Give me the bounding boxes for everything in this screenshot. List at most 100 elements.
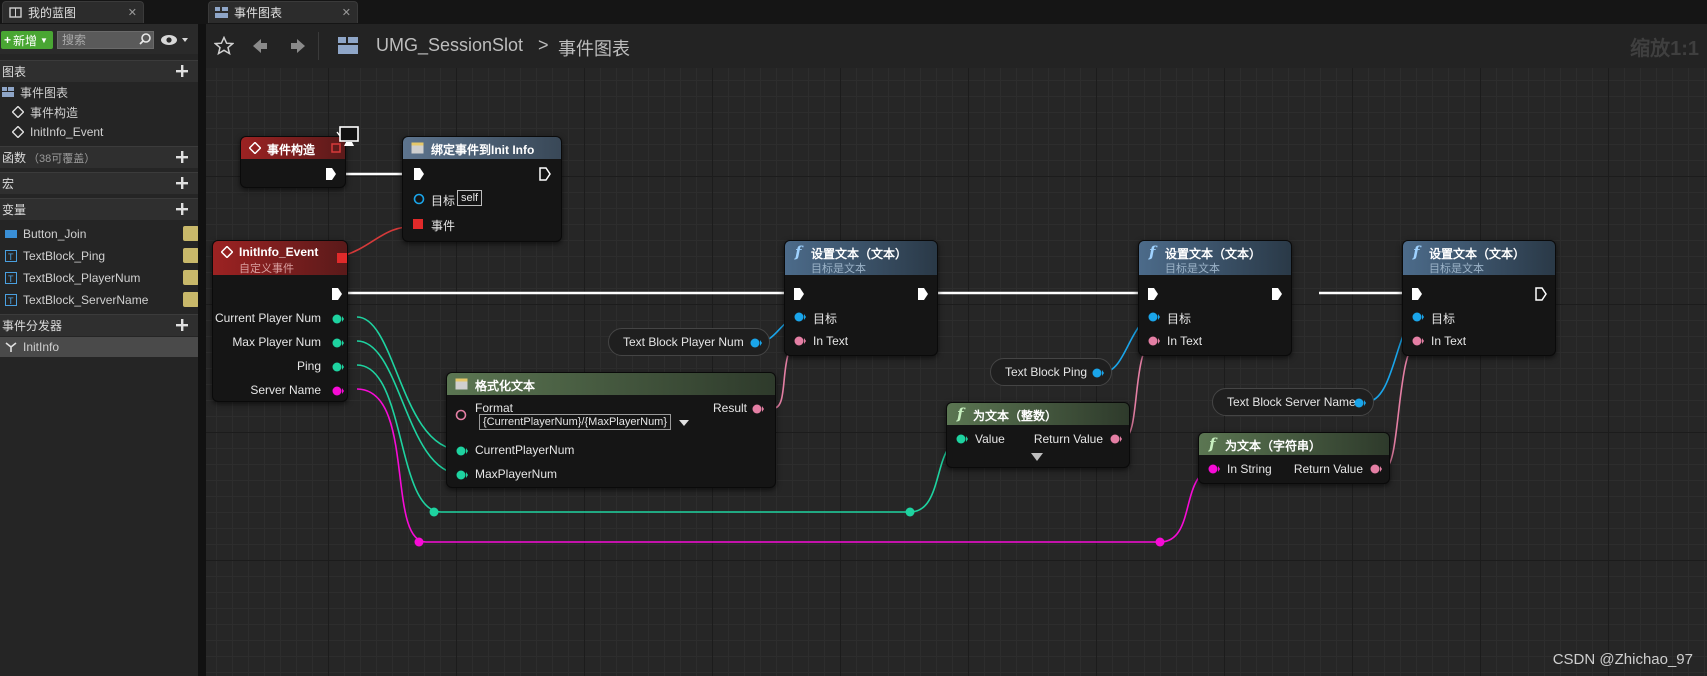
object-in-pin[interactable] xyxy=(1147,311,1161,323)
exec-in-pin[interactable] xyxy=(413,167,425,181)
variable-textblock-servername[interactable]: T TextBlock_ServerName xyxy=(0,290,203,310)
variable-textblock-playernum[interactable]: T TextBlock_PlayerNum xyxy=(0,268,203,288)
svg-text:T: T xyxy=(8,252,14,262)
visibility-eye-icon[interactable] xyxy=(183,248,199,263)
exec-in-pin[interactable] xyxy=(793,287,805,301)
object-in-pin[interactable] xyxy=(1411,311,1425,323)
panel-toolbar: + 新增 ▼ 搜索 xyxy=(0,24,198,54)
exec-out-pin[interactable] xyxy=(1535,287,1547,301)
node-format-text[interactable]: 格式化文本 Format {CurrentPlayerNum}/{MaxPlay… xyxy=(446,372,776,488)
exec-out-pin[interactable] xyxy=(1271,287,1283,301)
delegate-in-pin[interactable] xyxy=(413,219,423,229)
tab-my-blueprint[interactable]: 我的蓝图 ✕ xyxy=(2,1,144,23)
getter-text-block-player-num[interactable]: Text Block Player Num xyxy=(608,328,770,356)
text-in-pin[interactable] xyxy=(455,409,469,421)
function-icon: f xyxy=(795,243,802,261)
text-out-pin[interactable] xyxy=(1109,433,1123,445)
format-value-box[interactable]: {CurrentPlayerNum}/{MaxPlayerNum} xyxy=(479,414,672,430)
pin-label: Max Player Num xyxy=(232,335,321,349)
view-options-icon[interactable] xyxy=(160,33,190,47)
tab-event-graph[interactable]: 事件图表 ✕ xyxy=(208,1,358,23)
int-in-pin[interactable] xyxy=(455,445,469,457)
object-out-pin[interactable] xyxy=(1091,367,1105,379)
text-out-pin[interactable] xyxy=(1369,463,1383,475)
int-out-pin[interactable] xyxy=(332,337,344,349)
visibility-eye-icon[interactable] xyxy=(183,226,199,241)
node-event-construct[interactable]: 事件构造 xyxy=(240,136,346,188)
node-set-text-1[interactable]: f 设置文本（文本） 目标是文本 目标 In Text xyxy=(784,240,938,356)
add-label: 新增 xyxy=(13,33,38,48)
book-icon xyxy=(9,7,22,18)
exec-out-pin[interactable] xyxy=(539,167,551,181)
close-icon[interactable]: ✕ xyxy=(342,6,351,19)
add-variable-icon[interactable] xyxy=(174,201,190,217)
breadcrumb-root[interactable]: UMG_SessionSlot xyxy=(376,35,523,56)
node-set-text-2[interactable]: f 设置文本（文本） 目标是文本 目标 In Text xyxy=(1138,240,1292,356)
add-function-icon[interactable] xyxy=(174,149,190,165)
expand-arrow-icon[interactable] xyxy=(1031,453,1043,461)
object-in-pin[interactable] xyxy=(793,311,807,323)
text-widget-icon: T xyxy=(5,250,17,262)
exec-out-pin[interactable] xyxy=(331,287,343,301)
favorite-star-icon[interactable] xyxy=(214,36,234,56)
add-graph-icon[interactable] xyxy=(174,63,190,79)
section-dispatchers[interactable]: 事件分发器 xyxy=(0,314,198,336)
section-macros[interactable]: 宏 xyxy=(0,172,198,194)
search-icon[interactable] xyxy=(139,33,151,45)
graph-item-initinfo-event[interactable]: InitInfo_Event xyxy=(0,122,210,142)
graph-icon xyxy=(215,7,228,18)
getter-text-block-ping[interactable]: Text Block Ping xyxy=(990,358,1112,386)
object-out-pin[interactable] xyxy=(749,337,763,349)
visibility-eye-icon[interactable] xyxy=(183,270,199,285)
section-functions[interactable]: 函数 （38可覆盖） xyxy=(0,146,198,168)
add-dispatcher-icon[interactable] xyxy=(174,317,190,333)
node-bind-event[interactable]: 绑定事件到Init Info 目标 self 事件 xyxy=(402,136,562,242)
add-new-button[interactable]: + 新增 ▼ xyxy=(1,31,53,49)
pin-label: In Text xyxy=(1431,334,1467,348)
string-in-pin[interactable] xyxy=(1207,463,1221,475)
text-out-pin[interactable] xyxy=(751,403,765,415)
visibility-eye-icon[interactable] xyxy=(183,292,199,307)
node-title: 为文本（整数） xyxy=(973,409,1058,423)
text-in-pin[interactable] xyxy=(1411,335,1425,347)
node-set-text-3[interactable]: f 设置文本（文本） 目标是文本 目标 In Text xyxy=(1402,240,1556,356)
variable-button-join[interactable]: Button_Join xyxy=(0,224,203,244)
int-in-pin[interactable] xyxy=(955,433,969,445)
event-graph-canvas[interactable]: 事件构造 绑定事件到Init Info 目标 self 事件 InitInfo_… xyxy=(206,68,1707,676)
int-in-pin[interactable] xyxy=(455,469,469,481)
delegate-out-pin[interactable] xyxy=(337,253,347,263)
graph-item-label: 事件构造 xyxy=(30,105,79,120)
self-value-box[interactable]: self xyxy=(457,190,483,206)
chevron-down-icon[interactable] xyxy=(679,419,689,427)
close-icon[interactable]: ✕ xyxy=(128,6,137,19)
dispatcher-initinfo[interactable]: InitInfo xyxy=(0,337,203,357)
forward-arrow-icon[interactable] xyxy=(288,36,308,56)
variable-textblock-ping[interactable]: T TextBlock_Ping xyxy=(0,246,203,266)
node-initinfo-event[interactable]: InitInfo_Event 自定义事件 Current Player Num … xyxy=(212,240,348,402)
exec-out-pin[interactable] xyxy=(325,167,337,181)
node-to-text-integer[interactable]: f 为文本（整数） Value Return Value xyxy=(946,402,1130,468)
int-out-pin[interactable] xyxy=(332,361,344,373)
int-out-pin[interactable] xyxy=(332,313,344,325)
getter-text-block-server-name[interactable]: Text Block Server Name xyxy=(1212,388,1374,416)
section-variables[interactable]: 变量 xyxy=(0,198,198,220)
node-title: 格式化文本 xyxy=(475,379,536,393)
text-in-pin[interactable] xyxy=(1147,335,1161,347)
graph-item-event-graph[interactable]: 事件图表 xyxy=(0,82,200,102)
text-widget-icon: T xyxy=(5,294,17,306)
exec-in-pin[interactable] xyxy=(1147,287,1159,301)
text-in-pin[interactable] xyxy=(793,335,807,347)
function-icon: f xyxy=(1149,243,1156,261)
target-pin[interactable] xyxy=(413,193,425,205)
string-out-pin[interactable] xyxy=(332,385,344,397)
exec-in-pin[interactable] xyxy=(1411,287,1423,301)
section-graphs[interactable]: 图表 xyxy=(0,60,198,82)
exec-out-pin[interactable] xyxy=(917,287,929,301)
object-out-pin[interactable] xyxy=(1353,397,1367,409)
graph-item-construct[interactable]: 事件构造 xyxy=(0,102,210,122)
node-to-text-string[interactable]: f 为文本（字符串） In String Return Value xyxy=(1198,432,1390,484)
dispatcher-label: InitInfo xyxy=(23,340,60,354)
add-macro-icon[interactable] xyxy=(174,175,190,191)
panel-splitter[interactable] xyxy=(198,24,206,676)
back-arrow-icon[interactable] xyxy=(250,36,270,56)
